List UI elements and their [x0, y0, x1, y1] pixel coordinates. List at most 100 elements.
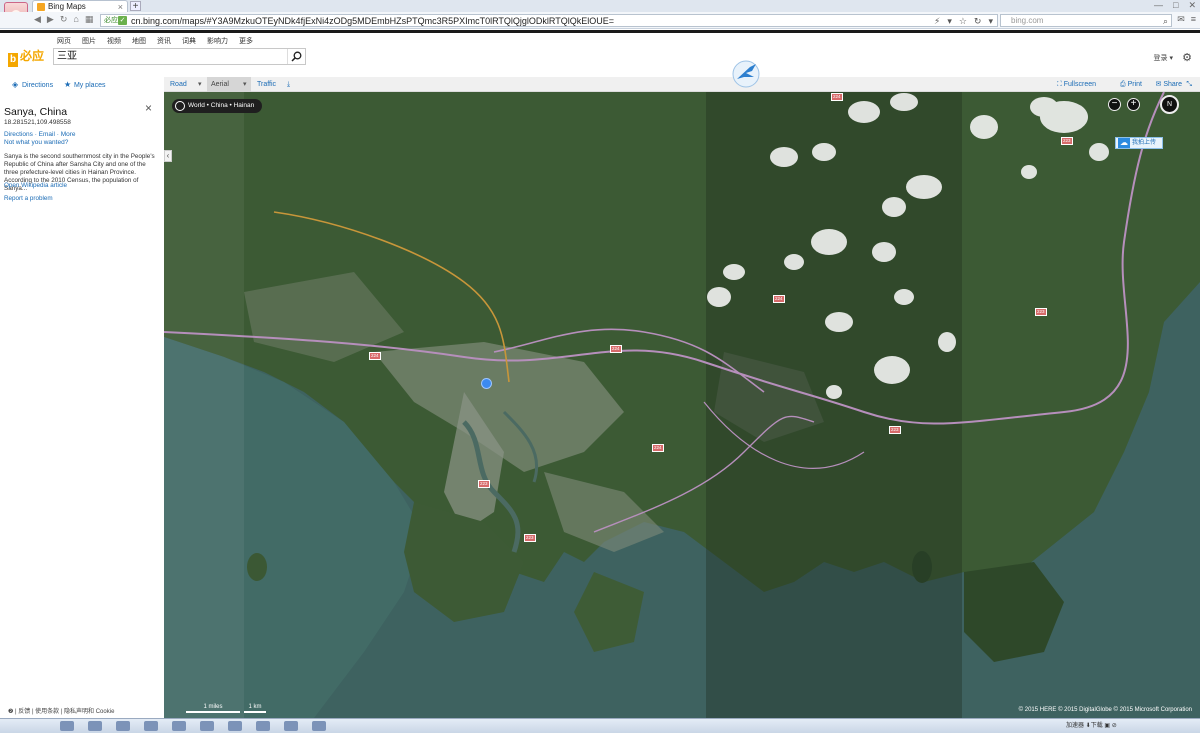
search-query: 三亚: [57, 51, 77, 62]
share-icon: ✉: [1155, 81, 1162, 88]
forward-icon[interactable]: ▶: [47, 14, 54, 25]
browser-toolbar-icons: ✉ ≡: [1177, 14, 1196, 25]
taskbar-app-icon[interactable]: [200, 721, 214, 731]
chevron-down-icon[interactable]: ▾: [239, 77, 251, 92]
road-shield: 223: [889, 426, 901, 434]
bolt-icon[interactable]: ⚡: [934, 15, 940, 27]
birdseye-icon[interactable]: [732, 59, 760, 89]
url-input[interactable]: 必应 ✓ cn.bing.com/maps/#Y3A9MzkuOTEyNDk4f…: [100, 14, 998, 27]
place-action-links[interactable]: Directions · Email · More: [4, 131, 76, 138]
report-problem-link[interactable]: Report a problem: [4, 195, 53, 202]
not-wanted-link[interactable]: Not what you wanted?: [4, 139, 68, 146]
address-bar: ◀ ▶ ↻ ⌂ ▦ 必应 ✓ cn.bing.com/maps/#Y3A9Mzk…: [0, 12, 1200, 29]
maximize-icon[interactable]: □: [1173, 0, 1178, 12]
window-controls: — □ ✕: [1154, 0, 1196, 12]
map-breadcrumb[interactable]: World • China • Hainan: [172, 99, 263, 113]
aerial-map[interactable]: 224 223 224 223 224 224 223 224 223 223 …: [164, 92, 1200, 718]
zoom-in-button[interactable]: +: [1127, 98, 1140, 111]
taskbar-app-icon[interactable]: [60, 721, 74, 731]
taskbar-items: [60, 721, 326, 731]
print-label: Print: [1127, 81, 1142, 88]
scale-km: 1 km: [244, 704, 266, 713]
new-tab-button[interactable]: +: [130, 1, 141, 12]
dropdown-icon[interactable]: ▾: [947, 15, 952, 27]
expand-icon[interactable]: ⤡: [1182, 77, 1196, 92]
taskbar-status: 加速器 ⬇下载 ▣ ⊘: [1066, 723, 1117, 729]
scope-web[interactable]: 网页: [57, 36, 71, 46]
scope-influence[interactable]: 影响力: [207, 36, 228, 46]
reload-icon[interactable]: ↻: [974, 15, 982, 27]
nav-buttons: ◀ ▶ ↻ ⌂ ▦: [34, 14, 93, 25]
footer-links[interactable]: ❷ | 反馈 | 使用条款 | 隐私声明和 Cookie: [8, 706, 114, 715]
left-panel: ◈ Directions ★ My places Sanya, China × …: [0, 77, 164, 718]
fullscreen-button[interactable]: ⛶ Fullscreen: [1053, 77, 1100, 92]
gear-icon[interactable]: ⚙: [1182, 51, 1192, 64]
directions-icon: ◈: [12, 80, 19, 89]
scale-miles: 1 miles: [186, 704, 240, 713]
back-icon[interactable]: ◀: [34, 14, 41, 25]
satellite-imagery: [164, 92, 1200, 718]
bing-logo[interactable]: b 必应: [8, 47, 44, 67]
close-window-icon[interactable]: ✕: [1188, 0, 1196, 12]
download-icon[interactable]: ⤓: [283, 77, 294, 92]
grid-icon[interactable]: ▦: [85, 14, 94, 25]
wikipedia-link[interactable]: Open Wikipedia article: [4, 182, 67, 189]
mail-icon[interactable]: ✉: [1177, 14, 1185, 25]
road-view-button[interactable]: Road: [166, 77, 191, 92]
search-icon[interactable]: ⌕: [1163, 15, 1168, 27]
scope-videos[interactable]: 视频: [107, 36, 121, 46]
road-shield: 224: [610, 345, 622, 353]
secure-label: 必应: [104, 17, 118, 24]
compass-button[interactable]: N: [1160, 95, 1179, 114]
directions-tab[interactable]: ◈ Directions: [12, 80, 53, 89]
taskbar-app-icon[interactable]: [312, 721, 326, 731]
road-shield: 223: [478, 480, 490, 488]
road-shield: 224: [773, 295, 785, 303]
refresh-icon[interactable]: ↻: [60, 14, 68, 25]
scope-maps[interactable]: 地图: [132, 36, 146, 46]
directions-label: Directions: [21, 82, 54, 89]
zoom-out-button[interactable]: −: [1108, 98, 1121, 111]
scope-news[interactable]: 资讯: [157, 36, 171, 46]
engine-search-input[interactable]: bing.com ⌕: [1000, 14, 1172, 27]
engine-search-placeholder: bing.com: [1011, 16, 1044, 25]
traffic-button[interactable]: Traffic: [253, 77, 280, 92]
home-icon[interactable]: ⌂: [73, 14, 78, 25]
taskbar-app-icon[interactable]: [88, 721, 102, 731]
road-shield: 223: [1061, 137, 1073, 145]
scope-tabs: 网页 图片 视频 地图 资讯 词典 影响力 更多: [57, 36, 253, 46]
upload-photo-button[interactable]: 我拍上传: [1115, 137, 1163, 149]
taskbar-app-icon[interactable]: [116, 721, 130, 731]
road-shield: 224: [831, 93, 843, 101]
globe-icon: [175, 101, 185, 111]
breadcrumb-text: World • China • Hainan: [188, 102, 255, 109]
road-shield: 224: [652, 444, 664, 452]
taskbar-app-icon[interactable]: [172, 721, 186, 731]
location-pin-icon[interactable]: [481, 378, 492, 389]
close-icon[interactable]: ×: [145, 101, 152, 115]
dropdown-icon[interactable]: ▾: [988, 15, 993, 27]
taskbar-app-icon[interactable]: [144, 721, 158, 731]
scope-images[interactable]: 图片: [82, 36, 96, 46]
taskbar-app-icon[interactable]: [284, 721, 298, 731]
collapse-panel-button[interactable]: ‹: [164, 150, 172, 162]
print-button[interactable]: ⎙ Print: [1116, 77, 1146, 92]
taskbar-app-icon[interactable]: [228, 721, 242, 731]
scope-dictionary[interactable]: 词典: [182, 36, 196, 46]
menu-icon[interactable]: ≡: [1191, 14, 1196, 25]
my-places-label: My places: [73, 82, 106, 89]
os-taskbar: 加速器 ⬇下载 ▣ ⊘: [0, 718, 1200, 733]
chevron-down-icon[interactable]: ▾: [194, 77, 206, 92]
search-button[interactable]: [287, 49, 305, 64]
search-input[interactable]: 三亚: [53, 48, 306, 65]
scope-more[interactable]: 更多: [239, 36, 253, 46]
fullscreen-icon: ⛶: [1056, 81, 1062, 88]
share-button[interactable]: ✉ Share: [1151, 77, 1186, 92]
my-places-tab[interactable]: ★ My places: [64, 80, 105, 89]
road-shield: 223: [524, 534, 536, 542]
star-icon[interactable]: ☆: [959, 15, 967, 27]
taskbar-app-icon[interactable]: [256, 721, 270, 731]
minimize-icon[interactable]: —: [1154, 0, 1163, 12]
signin-link[interactable]: 登录 ▾: [1154, 53, 1173, 63]
map-copyright: © 2015 HERE © 2015 DigitalGlobe © 2015 M…: [1018, 707, 1192, 713]
